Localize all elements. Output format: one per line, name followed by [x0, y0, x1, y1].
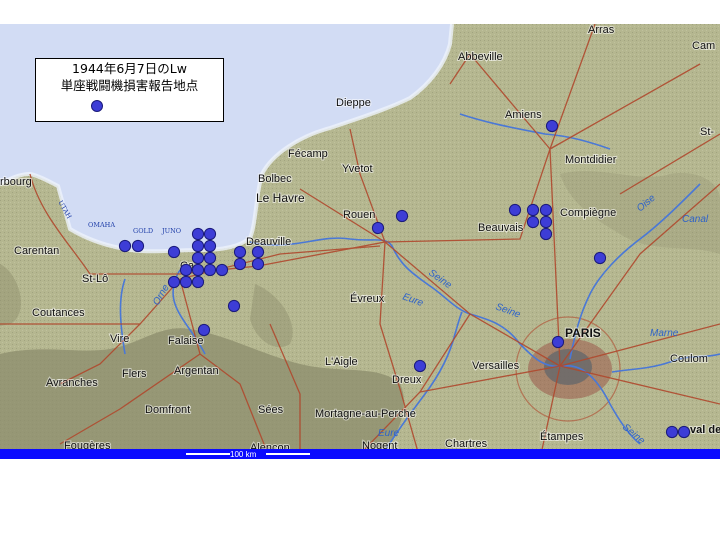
loss-marker — [665, 425, 679, 439]
place-yvetot: Yvetot — [342, 163, 373, 175]
loss-marker — [551, 335, 565, 349]
bottom-bar — [0, 449, 720, 459]
loss-marker — [593, 251, 607, 265]
place-dreux: Dreux — [392, 374, 422, 386]
place-versailles: Versailles — [472, 360, 520, 372]
loss-marker — [203, 263, 217, 277]
loss-marker — [371, 221, 385, 235]
loss-marker — [215, 263, 229, 277]
legend-box: 1944年6月7日のLw 単座戦闘機損害報告地点 — [35, 58, 224, 122]
loss-marker — [197, 323, 211, 337]
place-montdidier: Montdidier — [565, 154, 617, 166]
loss-marker — [191, 275, 205, 289]
loss-marker — [203, 239, 217, 253]
loss-marker — [233, 257, 247, 271]
place-mortagne: Mortagne-au-Perche — [315, 408, 416, 420]
place-cherbourg: rbourg — [0, 176, 32, 188]
place-val-de: val de — [690, 424, 720, 436]
beach-gold: GOLD — [133, 227, 153, 235]
place-dieppe: Dieppe — [336, 97, 371, 109]
place-amiens: Amiens — [505, 109, 542, 121]
place-chartres: Chartres — [445, 438, 488, 450]
loss-marker — [131, 239, 145, 253]
loss-marker — [413, 359, 427, 373]
place-marne-label: Marne — [650, 328, 679, 339]
place-coutances: Coutances — [32, 307, 85, 319]
place-cam: Cam — [692, 40, 715, 52]
place-beauvais: Beauvais — [478, 222, 524, 234]
place-vire: Vire — [110, 333, 129, 345]
loss-marker — [508, 203, 522, 217]
loss-marker — [539, 215, 553, 229]
place-abbeville: Abbeville — [458, 51, 503, 63]
loss-marker — [539, 203, 553, 217]
loss-marker — [227, 299, 241, 313]
loss-marker — [191, 227, 205, 241]
place-flers: Flers — [122, 368, 147, 380]
place-coulom: Coulom — [670, 353, 708, 365]
loss-marker — [677, 425, 691, 439]
loss-marker — [167, 275, 181, 289]
place-laigle: L'Aigle — [325, 356, 358, 368]
loss-marker — [191, 263, 205, 277]
loss-marker — [118, 239, 132, 253]
loss-marker — [179, 263, 193, 277]
place-fecamp: Fécamp — [288, 148, 328, 160]
place-compiegne: Compiègne — [560, 207, 616, 219]
place-sees: Sées — [258, 404, 284, 416]
loss-marker — [395, 209, 409, 223]
place-st: St- — [700, 126, 714, 138]
loss-marker — [233, 245, 247, 259]
place-arras: Arras — [588, 24, 615, 36]
river-label-eure: Eure — [378, 428, 400, 439]
scale-label: 100 km — [230, 450, 257, 459]
place-canal: Canal — [682, 214, 709, 225]
loss-marker — [203, 251, 217, 265]
legend-marker — [91, 100, 103, 112]
place-evreux: Évreux — [350, 292, 385, 305]
loss-marker — [539, 227, 553, 241]
loss-marker — [203, 227, 217, 241]
loss-marker — [191, 251, 205, 265]
loss-marker — [167, 245, 181, 259]
loss-marker — [526, 203, 540, 217]
loss-marker — [545, 119, 559, 133]
legend-title: 1944年6月7日のLw — [72, 61, 187, 76]
place-le-havre: Le Havre — [256, 191, 305, 205]
place-paris: PARIS — [565, 326, 601, 340]
loss-marker — [251, 245, 265, 259]
beach-juno: JUNO — [161, 227, 181, 235]
place-deauville: Deauville — [246, 236, 291, 248]
beach-omaha: OMAHA — [88, 221, 115, 229]
loss-marker — [251, 257, 265, 271]
legend-subtitle: 単座戦闘機損害報告地点 — [60, 78, 199, 93]
loss-marker — [191, 239, 205, 253]
loss-marker — [526, 215, 540, 229]
place-falaise: Falaise — [168, 335, 203, 347]
place-etampes: Étampes — [540, 430, 584, 443]
loss-marker — [179, 275, 193, 289]
place-carentan: Carentan — [14, 245, 59, 257]
place-argentan: Argentan — [174, 365, 219, 377]
place-rouen: Rouen — [343, 209, 375, 221]
place-avranches: Avranches — [46, 377, 98, 389]
place-domfront: Domfront — [145, 404, 190, 416]
place-bolbec: Bolbec — [258, 173, 292, 185]
place-st-lo: St-Lô — [82, 273, 108, 285]
